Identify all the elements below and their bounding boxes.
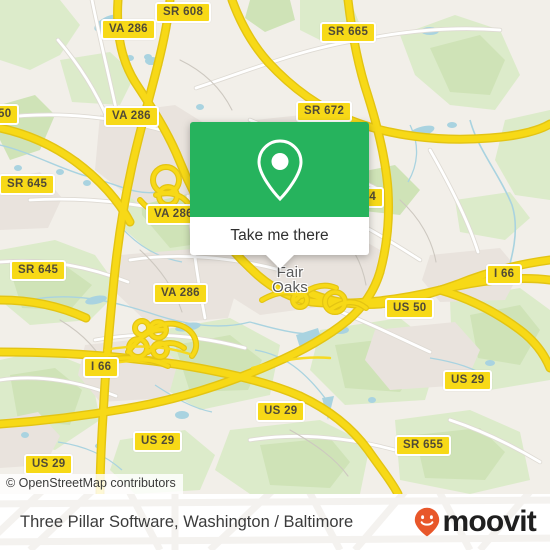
road-shield-us29: US 29 [133, 431, 183, 452]
road-shield-us29: US 29 [256, 401, 306, 422]
road-shield-sr665: SR 665 [320, 22, 377, 43]
location-popup[interactable]: Take me there [190, 122, 369, 269]
popup-action[interactable]: Take me there [190, 217, 369, 255]
road-shield-va286: VA 286 [101, 19, 156, 40]
popup-header [190, 122, 369, 217]
road-shield-us50: US 50 [385, 298, 435, 319]
road-shield-va286: VA 286 [104, 106, 159, 127]
popup-action-label: Take me there [230, 227, 329, 244]
map-screenshot: .g { fill:#cfe3b7; } .gl { fill:#dcebca;… [0, 0, 550, 550]
road-shield-i66: I 66 [486, 264, 523, 285]
road-shield-us29: US 29 [24, 454, 74, 475]
map-attribution[interactable]: © OpenStreetMap contributors [0, 474, 183, 494]
road-shield-va286: VA 286 [153, 283, 208, 304]
road-shield-sr655: SR 655 [395, 435, 452, 456]
road-shield-50: 50 [0, 104, 20, 125]
footer-bar: Three Pillar Software, Washington / Balt… [0, 494, 550, 550]
map-pin-icon [256, 138, 303, 201]
place-label-line2: Oaks [272, 279, 308, 296]
road-shield-sr645: SR 645 [0, 174, 56, 195]
map-canvas[interactable]: .g { fill:#cfe3b7; } .gl { fill:#dcebca;… [0, 0, 550, 494]
road-shield-us29: US 29 [443, 370, 493, 391]
moovit-smiley-pin-icon [415, 507, 440, 537]
popup-tail [265, 255, 294, 269]
road-shield-sr672: SR 672 [296, 101, 353, 122]
road-shield-i66: I 66 [83, 357, 120, 378]
location-title: Three Pillar Software, Washington / Balt… [20, 512, 354, 531]
moovit-brand[interactable]: moovit [414, 494, 537, 550]
road-shield-sr645: SR 645 [10, 260, 67, 281]
place-label-fair-oaks: Fair Oaks [262, 265, 318, 295]
moovit-wordmark: moovit [442, 505, 536, 538]
road-shield-sr608: SR 608 [155, 2, 212, 23]
